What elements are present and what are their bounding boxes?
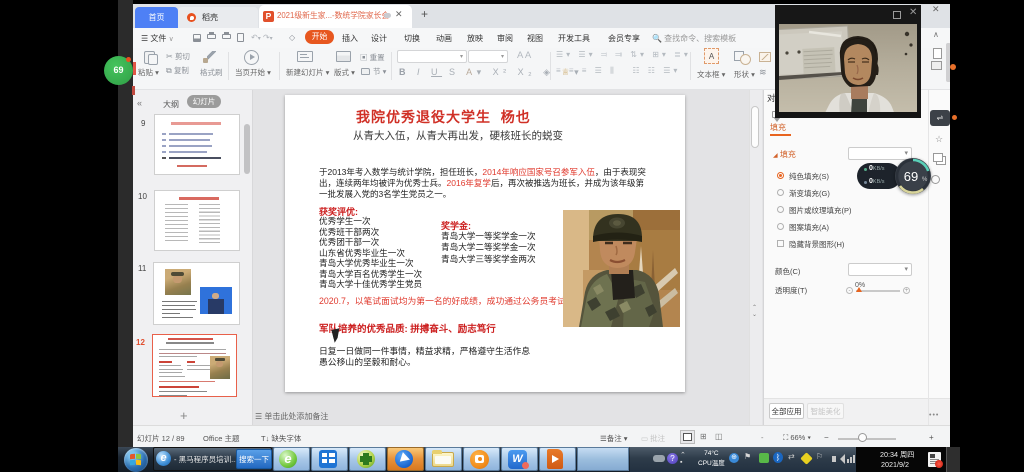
svg-text:69: 69	[904, 169, 918, 184]
svg-text:%: %	[922, 177, 928, 183]
